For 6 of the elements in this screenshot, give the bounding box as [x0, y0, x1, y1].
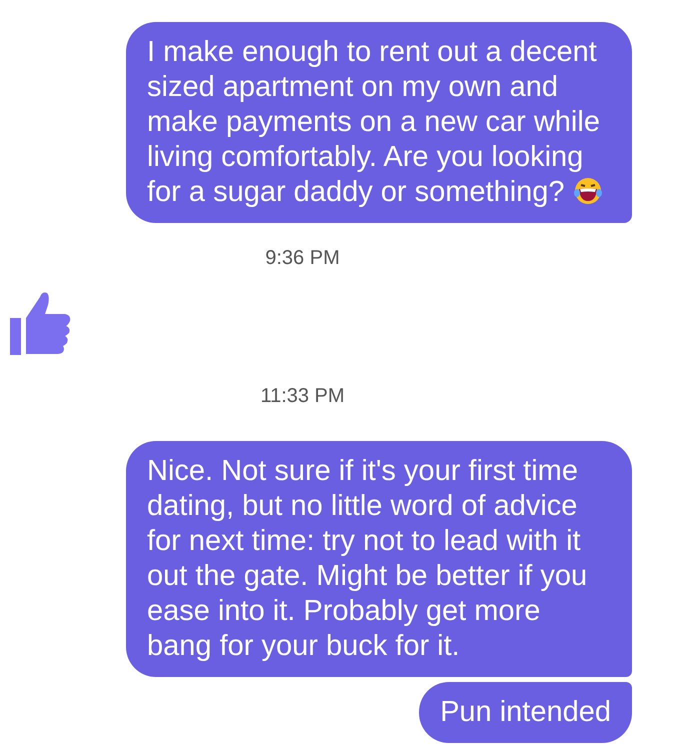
message-bubble: Pun intended: [419, 682, 632, 743]
timestamp: 9:36 PM: [265, 246, 340, 271]
message-bubble: Nice. Not sure if it's your first time dating, but no little word of advice for next time: try not to lead with it out the gate. Might be better if you ease into it. Probably get more bang for your buck for it.: [126, 441, 632, 677]
thumbs-up-icon: [10, 291, 72, 355]
message-bubble: I make enough to rent out a decent sized apartment on my own and make payments on a new car while living comfortably. Are you looking for a sugar daddy or something?: [126, 22, 632, 223]
timestamp: 11:33 PM: [260, 384, 345, 409]
